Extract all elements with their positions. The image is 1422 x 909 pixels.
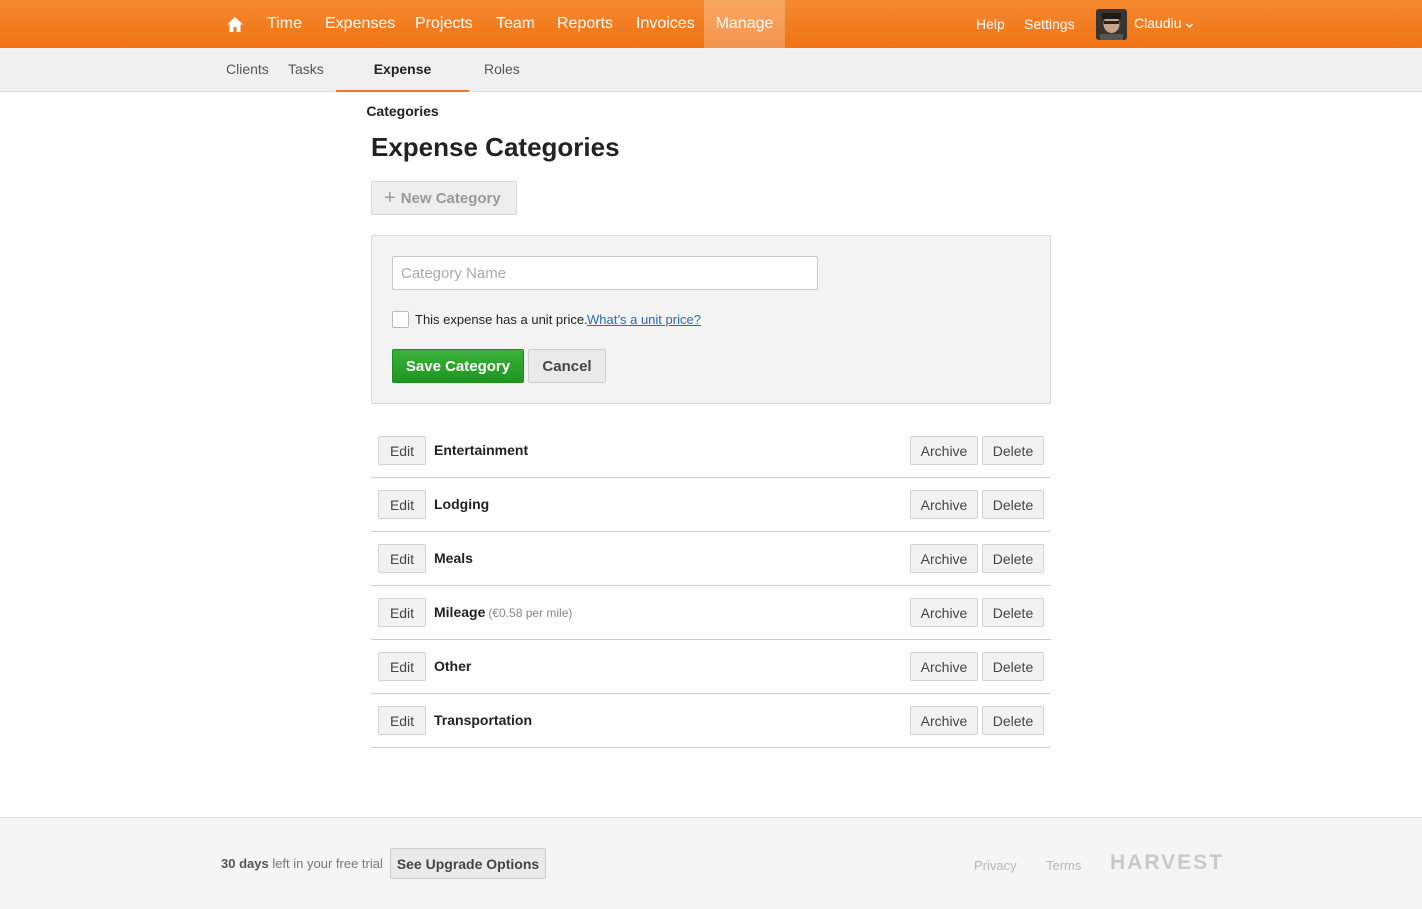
trial-notice: 30 days left in your free trial (221, 856, 383, 871)
archive-button[interactable]: Archive (910, 436, 978, 465)
top-nav: Time Expenses Projects Team Reports Invo… (0, 0, 1422, 48)
page-title: Expense Categories (371, 132, 620, 162)
nav-expenses[interactable]: Expenses (325, 0, 395, 48)
category-name: Other (434, 658, 472, 674)
unit-price-checkbox[interactable] (392, 311, 409, 328)
category-row: Edit Meals Archive Delete (371, 532, 1051, 586)
subnav-roles[interactable]: Roles (484, 48, 520, 92)
archive-button[interactable]: Archive (910, 652, 978, 681)
category-row: Edit Entertainment Archive Delete (371, 424, 1051, 478)
category-name: Meals (434, 550, 473, 566)
footer: 30 days left in your free trial See Upgr… (0, 817, 1422, 909)
delete-button[interactable]: Delete (982, 490, 1044, 519)
category-list: Edit Entertainment Archive Delete Edit L… (371, 424, 1051, 748)
chevron-down-icon[interactable] (1185, 17, 1194, 35)
subnav-clients[interactable]: Clients (226, 48, 269, 92)
category-row: Edit Transportation Archive Delete (371, 694, 1051, 748)
settings-link[interactable]: Settings (1024, 0, 1075, 48)
category-row: Edit Lodging Archive Delete (371, 478, 1051, 532)
archive-button[interactable]: Archive (910, 598, 978, 627)
delete-button[interactable]: Delete (982, 598, 1044, 627)
category-name: Lodging (434, 496, 490, 512)
edit-button[interactable]: Edit (378, 490, 426, 519)
save-category-button[interactable]: Save Category (392, 349, 524, 383)
subnav-expense-categories[interactable]: Expense Categories (336, 48, 469, 119)
nav-manage[interactable]: Manage (704, 0, 785, 48)
unit-price-note: (€0.58 per mile) (488, 606, 573, 620)
edit-button[interactable]: Edit (378, 544, 426, 573)
new-category-label: New Category (400, 189, 501, 207)
category-row: Edit Other Archive Delete (371, 640, 1051, 694)
nav-invoices[interactable]: Invoices (636, 0, 695, 48)
category-name: Entertainment (434, 442, 529, 458)
category-row: Edit Mileage (€0.58 per mile) Archive Del… (371, 586, 1051, 640)
delete-button[interactable]: Delete (982, 544, 1044, 573)
home-icon[interactable] (222, 0, 248, 48)
category-name: Mileage (€0.58 per mile) (434, 604, 573, 620)
user-menu[interactable]: Claudiu (1134, 0, 1181, 46)
cancel-button[interactable]: Cancel (528, 349, 606, 383)
nav-reports[interactable]: Reports (557, 0, 613, 48)
subnav-tasks[interactable]: Tasks (288, 48, 324, 92)
privacy-link[interactable]: Privacy (974, 858, 1017, 873)
nav-team[interactable]: Team (496, 0, 535, 48)
plus-icon: + (384, 187, 396, 209)
edit-button[interactable]: Edit (378, 598, 426, 627)
category-name-input[interactable] (392, 256, 818, 290)
nav-projects[interactable]: Projects (415, 0, 473, 48)
category-name: Transportation (434, 712, 533, 728)
edit-button[interactable]: Edit (378, 436, 426, 465)
archive-button[interactable]: Archive (910, 490, 978, 519)
unit-price-help-link[interactable]: What’s a unit price? (587, 312, 701, 327)
delete-button[interactable]: Delete (982, 436, 1044, 465)
avatar[interactable] (1096, 9, 1127, 40)
sub-nav: Clients Tasks Expense Categories Roles (0, 48, 1422, 119)
new-category-form: This expense has a unit price. What’s a … (371, 235, 1051, 404)
harvest-logo: HARVEST (1110, 851, 1224, 874)
new-category-button[interactable]: + New Category (371, 181, 517, 215)
delete-button[interactable]: Delete (982, 706, 1044, 735)
upgrade-options-button[interactable]: See Upgrade Options (390, 848, 546, 879)
nav-time[interactable]: Time (267, 0, 302, 48)
help-link[interactable]: Help (976, 0, 1005, 48)
delete-button[interactable]: Delete (982, 652, 1044, 681)
terms-link[interactable]: Terms (1046, 858, 1081, 873)
edit-button[interactable]: Edit (378, 706, 426, 735)
archive-button[interactable]: Archive (910, 706, 978, 735)
unit-price-label: This expense has a unit price. (415, 312, 588, 327)
edit-button[interactable]: Edit (378, 652, 426, 681)
archive-button[interactable]: Archive (910, 544, 978, 573)
